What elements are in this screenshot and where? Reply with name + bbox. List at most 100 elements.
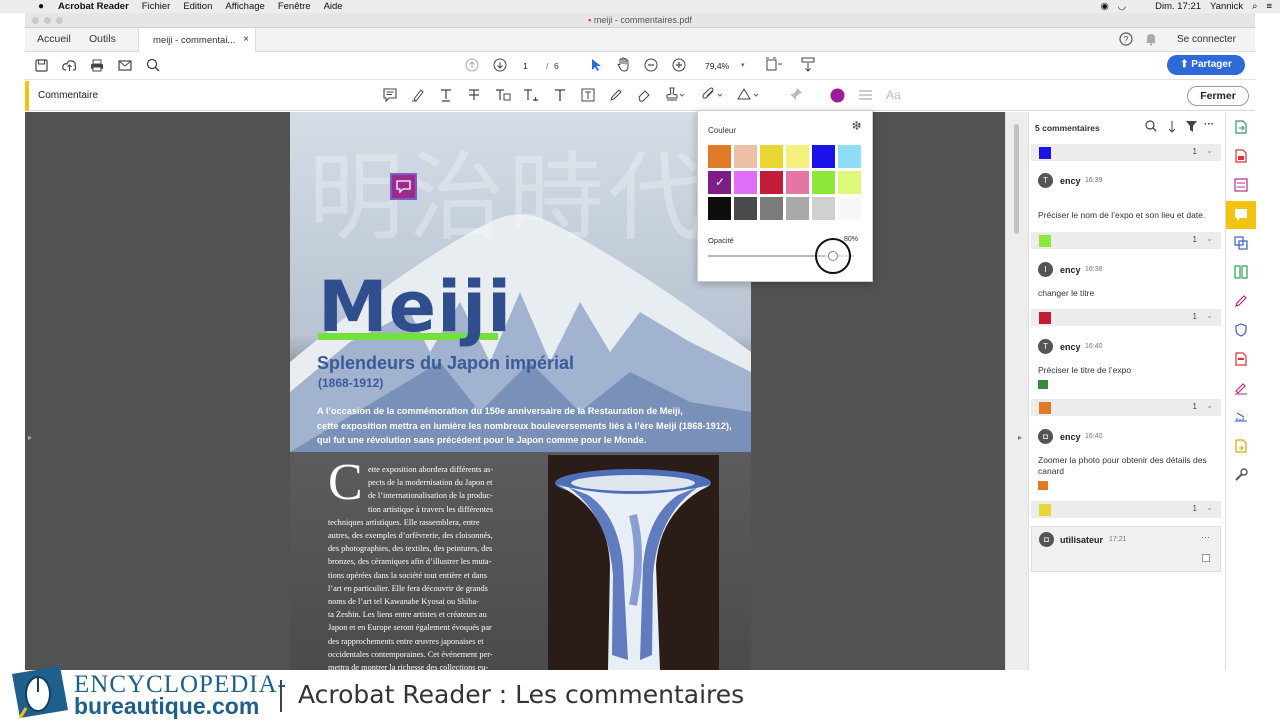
text-box-icon[interactable] [581, 88, 595, 102]
color-swatch[interactable] [759, 196, 784, 221]
menu-fichier[interactable]: Fichier [142, 1, 171, 12]
share-button[interactable]: ⬆ Partager [1167, 55, 1245, 75]
right-panel-toggle-icon[interactable]: ▸ [1018, 433, 1022, 442]
redact-icon[interactable] [1234, 352, 1248, 366]
combine-files-icon[interactable] [1234, 236, 1248, 250]
minimize-window-button[interactable] [44, 17, 51, 24]
add-text-icon[interactable] [553, 88, 567, 102]
sticky-note-icon[interactable] [383, 88, 397, 102]
print-icon[interactable] [90, 59, 104, 72]
color-swatch[interactable] [707, 196, 732, 221]
zoom-dropdown-chevron-icon[interactable]: ▾ [741, 61, 745, 69]
pin-icon[interactable] [789, 87, 803, 101]
color-swatch[interactable] [707, 144, 732, 169]
pdf-page[interactable]: 明治時代 Meiji Splendeurs du Japon impérial … [290, 112, 751, 670]
more-tools-icon[interactable] [1234, 468, 1248, 482]
previous-page-icon[interactable] [465, 58, 479, 72]
color-swatch[interactable] [785, 144, 810, 169]
comment-group-header[interactable]: 1 ⌄ [1031, 144, 1221, 161]
hand-tool-icon[interactable] [617, 57, 631, 72]
shapes-icon[interactable] [737, 87, 761, 102]
help-icon[interactable]: ? [1119, 32, 1133, 46]
tab-document[interactable]: meiji - commentai... × [138, 28, 256, 52]
chevron-down-icon[interactable]: ⌄ [1206, 401, 1213, 410]
color-swatch[interactable] [837, 196, 862, 221]
color-swatch[interactable] [733, 170, 758, 195]
zoom-in-icon[interactable] [672, 58, 686, 72]
vase-photo[interactable] [548, 455, 719, 670]
pencil-icon[interactable] [609, 88, 623, 102]
tab-tools[interactable]: Outils [89, 33, 116, 45]
color-swatch[interactable] [759, 170, 784, 195]
color-swatch[interactable]: ✓ [707, 170, 732, 195]
page-number-input[interactable]: 1 [523, 61, 528, 71]
color-picker-button[interactable] [830, 88, 845, 103]
close-tab-icon[interactable]: × [243, 34, 249, 45]
chevron-down-icon[interactable]: ⌄ [1206, 311, 1213, 320]
color-swatch[interactable] [811, 196, 836, 221]
tab-home[interactable]: Accueil [37, 33, 71, 45]
eraser-icon[interactable] [637, 88, 651, 102]
highlight-icon[interactable] [411, 88, 425, 102]
left-panel-toggle-icon[interactable]: ▸ [28, 433, 32, 442]
color-swatch[interactable] [811, 144, 836, 169]
status-icon[interactable]: ◉ [1101, 1, 1109, 12]
user-name[interactable]: Yannick [1210, 1, 1243, 12]
spotlight-icon[interactable]: ⌕ [1252, 1, 1257, 12]
comment-group-header[interactable]: 1 ⌄ [1031, 232, 1221, 249]
search-comments-icon[interactable] [1145, 120, 1157, 132]
save-icon[interactable] [35, 59, 48, 72]
chevron-down-icon[interactable]: ⌄ [1206, 503, 1213, 512]
fill-sign-icon[interactable] [1234, 294, 1248, 308]
apple-icon[interactable]: ● [38, 1, 44, 12]
attach-icon[interactable] [701, 87, 725, 102]
menu-edition[interactable]: Edition [183, 1, 212, 12]
comment-group-header[interactable]: 1 ⌄ [1031, 399, 1221, 416]
zoom-level-dropdown[interactable]: 79,4% [705, 61, 729, 71]
menu-app-name[interactable]: Acrobat Reader [58, 1, 129, 12]
filter-icon[interactable] [1186, 121, 1197, 132]
comment-group-header[interactable]: 1 ⌄ [1031, 309, 1221, 326]
comment-item[interactable]: ◘ utilisateur 17:21 ··· [1031, 526, 1221, 572]
close-comment-button[interactable]: Fermer [1187, 86, 1249, 106]
menu-list-icon[interactable]: ≡ [1266, 1, 1272, 12]
comment-group-header[interactable]: 1 ⌄ [1031, 501, 1221, 518]
send-signature-icon[interactable] [1234, 381, 1248, 395]
bell-icon[interactable] [1145, 32, 1157, 46]
search-icon[interactable] [146, 58, 160, 72]
next-page-icon[interactable] [493, 58, 507, 72]
mail-icon[interactable] [118, 60, 132, 71]
replace-text-icon[interactable] [495, 88, 511, 102]
comment-tool-active[interactable] [1226, 201, 1256, 229]
insert-text-icon[interactable] [523, 88, 539, 102]
color-swatch[interactable] [733, 144, 758, 169]
page-fit-icon[interactable] [765, 57, 783, 72]
scrollbar-thumb[interactable] [1014, 124, 1019, 234]
color-swatch[interactable] [785, 196, 810, 221]
text-style-icon[interactable]: Aa [886, 88, 901, 102]
opacity-slider-track[interactable] [708, 238, 854, 274]
chevron-down-icon[interactable]: ⌄ [1206, 146, 1213, 155]
comment-checkbox[interactable] [1202, 554, 1210, 562]
zoom-out-icon[interactable] [644, 58, 658, 72]
scroll-mode-icon[interactable] [801, 57, 815, 72]
sticky-note-annotation[interactable] [390, 173, 417, 200]
send-files-icon[interactable] [1234, 439, 1248, 453]
chevron-down-icon[interactable]: ⌄ [1206, 234, 1213, 243]
stamp-icon[interactable] [665, 87, 685, 102]
color-swatch[interactable] [733, 196, 758, 221]
scrollbar[interactable]: ▸ [1005, 112, 1028, 670]
sort-icon[interactable] [1167, 120, 1177, 133]
settings-gear-icon[interactable] [851, 120, 862, 131]
clock[interactable]: Dim. 17:21 [1155, 1, 1201, 12]
create-pdf-icon[interactable] [1234, 149, 1248, 163]
menu-fenetre[interactable]: Fenêtre [278, 1, 311, 12]
color-swatch[interactable] [785, 170, 810, 195]
color-swatch[interactable] [837, 170, 862, 195]
zoom-window-button[interactable] [56, 17, 63, 24]
select-arrow-icon[interactable] [591, 58, 602, 72]
export-pdf-icon[interactable] [1234, 120, 1248, 134]
menu-affichage[interactable]: Affichage [225, 1, 264, 12]
more-options-icon[interactable]: ··· [1204, 119, 1214, 130]
sign-in-link[interactable]: Se connecter [1177, 34, 1236, 45]
